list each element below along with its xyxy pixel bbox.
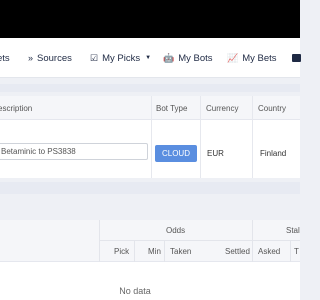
- nav-item-my-picks-label: My Picks: [102, 53, 141, 64]
- header-currency: Currency: [206, 104, 239, 113]
- section-divider: [0, 84, 300, 92]
- column-divider: [290, 241, 291, 262]
- column-divider: [252, 96, 253, 178]
- nav-item-my-picks[interactable]: ☑ My Picks ▼: [90, 52, 151, 65]
- checkbox-icon: ☑: [90, 53, 99, 63]
- nav-item-bets[interactable]: ets: [0, 52, 10, 65]
- header-divider: [100, 240, 300, 241]
- column-t: T: [294, 247, 299, 256]
- column-pick: Pick: [114, 247, 130, 256]
- header-description: escription: [0, 104, 33, 113]
- nav-item-my-bets-label: My Bets: [242, 53, 277, 64]
- column-taken: Taken: [170, 247, 192, 256]
- nav-item-bets-label: ets: [0, 53, 10, 64]
- country-value: Finland: [260, 149, 287, 158]
- header-bot-type: Bot Type: [156, 104, 188, 113]
- robot-icon: 🤖: [163, 53, 175, 63]
- column-divider: [99, 220, 100, 262]
- double-chevron-right-icon: »: [28, 53, 34, 63]
- bot-type-cloud-button[interactable]: CLOUD: [155, 145, 197, 162]
- column-asked: Asked: [258, 247, 281, 256]
- empty-state-message: No data: [119, 286, 151, 296]
- top-black-bar: [0, 0, 300, 38]
- chart-icon: 📈: [227, 53, 239, 63]
- column-min: Min: [148, 247, 161, 256]
- column-divider: [151, 96, 152, 178]
- bot-table-header: escription Bot Type Currency Country: [0, 96, 300, 120]
- group-header-odds: Odds: [166, 226, 186, 235]
- header-country: Country: [258, 104, 287, 113]
- description-input[interactable]: Betaminic to PS3838: [0, 143, 148, 160]
- nav-item-my-bots[interactable]: 🤖 My Bots: [163, 52, 213, 65]
- nav-item-sources[interactable]: » Sources: [28, 52, 72, 65]
- wallet-icon[interactable]: [292, 54, 301, 62]
- bot-details-table: escription Bot Type Currency Country Bet…: [0, 96, 300, 178]
- currency-value: EUR: [207, 149, 224, 158]
- column-divider: [200, 96, 201, 178]
- column-divider: [164, 241, 165, 262]
- chevron-down-icon: ▼: [145, 55, 152, 61]
- nav-item-my-bots-label: My Bots: [178, 53, 213, 64]
- group-header-stake: Stal: [286, 226, 300, 235]
- column-divider: [134, 241, 135, 262]
- bets-table-header: Odds Stal Pick Min Taken Settled Asked T: [0, 220, 300, 262]
- main-nav: ets » Sources ☑ My Picks ▼ 🤖 My Bots 📈 M…: [0, 38, 301, 78]
- nav-item-my-bets[interactable]: 📈 My Bets: [227, 52, 277, 65]
- column-settled: Settled: [225, 247, 250, 256]
- section-divider: [0, 182, 300, 194]
- column-divider: [252, 220, 253, 262]
- nav-item-sources-label: Sources: [37, 53, 72, 64]
